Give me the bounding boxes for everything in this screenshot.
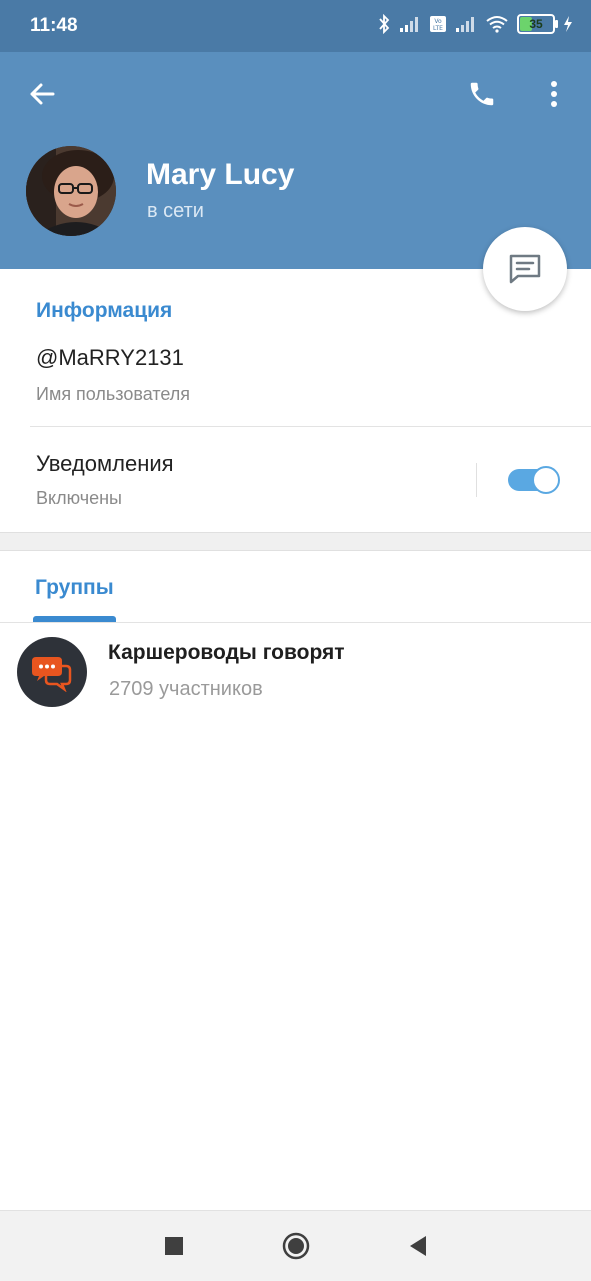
svg-text:Vo: Vo [434, 18, 442, 25]
avatar-photo [26, 146, 116, 236]
toggle-knob [532, 466, 560, 494]
home-circle-icon [282, 1232, 310, 1260]
phone-icon [470, 82, 494, 106]
username-caption: Имя пользователя [36, 384, 191, 404]
username-value: @MaRRY2131 [36, 345, 184, 370]
toggle-separator [476, 463, 477, 497]
back-button[interactable] [20, 72, 64, 116]
recents-button[interactable] [156, 1228, 192, 1264]
call-button[interactable] [460, 72, 504, 116]
charging-icon [564, 16, 572, 32]
svg-text:LTE: LTE [433, 25, 443, 32]
notifications-status: Включены [36, 488, 122, 508]
group-members-count: 2709 участников [109, 678, 263, 700]
wifi-icon [486, 16, 508, 33]
profile-avatar[interactable] [26, 146, 116, 236]
notifications-toggle[interactable] [508, 466, 560, 494]
tabs-divider [0, 622, 591, 623]
navigation-bar [0, 1210, 591, 1281]
chat-bubbles-icon [32, 657, 72, 692]
back-triangle-icon [410, 1236, 426, 1256]
signal-icon [456, 17, 474, 32]
section-gap [0, 532, 591, 551]
back-arrow-icon [30, 83, 55, 105]
message-icon [509, 254, 541, 284]
notifications-label: Уведомления [36, 451, 174, 476]
more-options-button[interactable] [534, 72, 574, 116]
group-name: Каршероводы говорят [108, 641, 345, 664]
info-section-title: Информация [36, 299, 173, 322]
status-icons: Vo LTE 35 [377, 14, 573, 34]
recents-square-icon [165, 1237, 183, 1255]
status-time: 11:48 [30, 15, 78, 36]
online-status: в сети [147, 200, 204, 222]
tab-groups[interactable]: Группы [35, 576, 114, 600]
volte-icon: Vo LTE [430, 16, 446, 32]
home-button[interactable] [278, 1228, 314, 1264]
send-message-button[interactable] [483, 227, 567, 311]
profile-name: Mary Lucy [146, 158, 295, 191]
group-avatar [17, 637, 87, 707]
back-nav-button[interactable] [400, 1228, 436, 1264]
battery-icon: 35 [517, 14, 558, 34]
status-bar: 11:48 Vo LTE 35 [0, 0, 591, 52]
more-vertical-icon [551, 81, 557, 107]
bluetooth-icon [379, 14, 390, 34]
divider [30, 426, 591, 427]
signal-icon [400, 17, 418, 32]
battery-percent: 35 [529, 17, 543, 31]
